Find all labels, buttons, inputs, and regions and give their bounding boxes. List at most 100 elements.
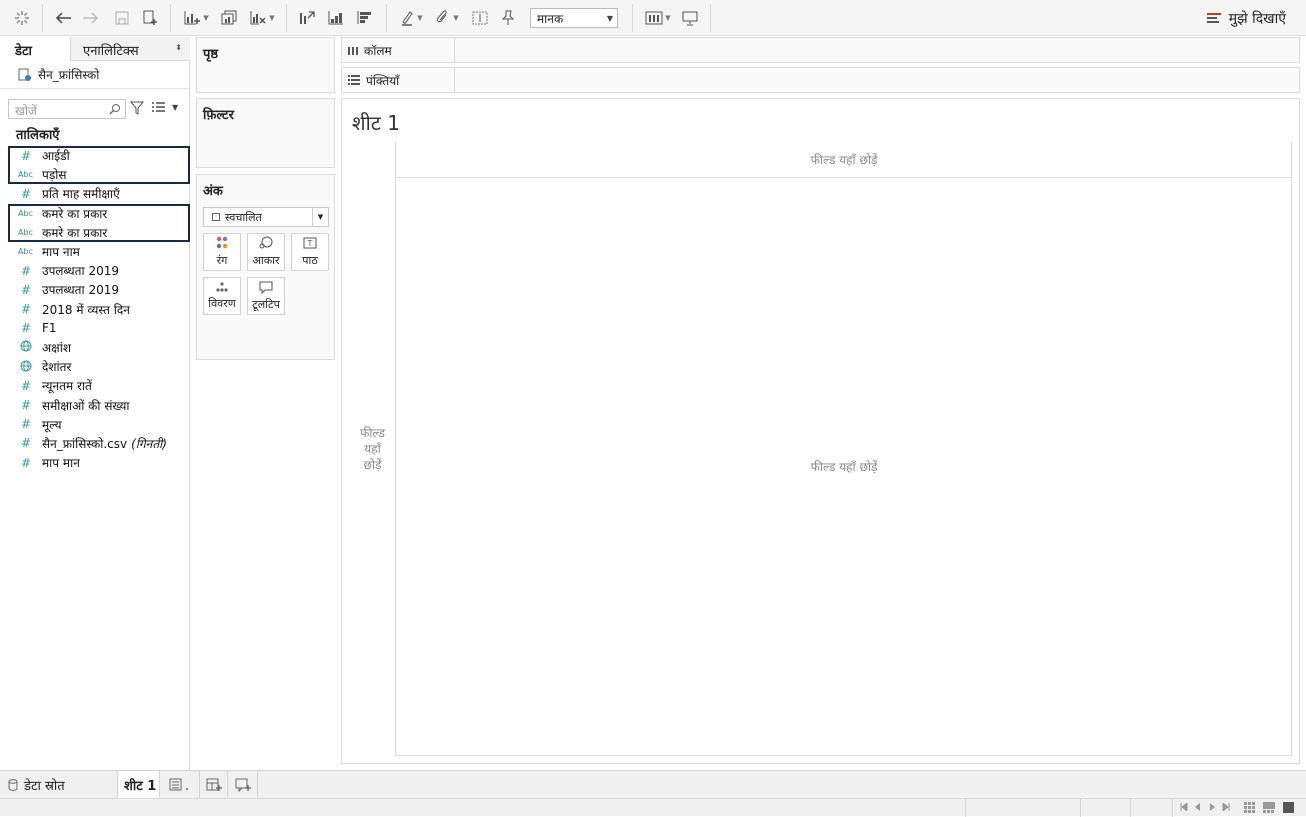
save-icon[interactable]	[112, 6, 132, 30]
clear-sheet-icon[interactable]: ▼	[246, 6, 278, 30]
new-worksheet-button[interactable]	[160, 771, 200, 798]
expand-arrows-icon[interactable]: ⬍	[175, 43, 182, 52]
drop-field-main-zone[interactable]: फील्ड यहाँ छोड़ें	[396, 178, 1292, 756]
pages-shelf[interactable]: पृष्ठ	[196, 37, 335, 93]
view-canvas: शीट 1 फील्ड यहाँ छोड़ें फील्ड यहाँ छोड़े…	[341, 98, 1300, 764]
first-sheet-icon[interactable]	[1180, 803, 1188, 811]
field-item[interactable]: # F1	[8, 319, 190, 338]
show-cards-icon[interactable]: ▼	[642, 6, 674, 30]
tab-analytics-label: एनालिटिक्स	[83, 44, 139, 59]
new-story-button[interactable]	[228, 771, 258, 798]
next-sheet-icon[interactable]	[1208, 803, 1216, 811]
search-input[interactable]: खोजें	[8, 99, 126, 119]
view-size-select[interactable]: मानक ▼	[530, 8, 618, 28]
columns-icon	[348, 47, 358, 55]
new-worksheet-icon	[169, 778, 188, 790]
group-members-icon[interactable]: ▼	[432, 6, 462, 30]
field-item[interactable]: # उपलब्धता 2019	[8, 280, 190, 299]
redo-icon[interactable]	[80, 6, 102, 30]
square-mark-icon	[212, 213, 220, 221]
rows-shelf[interactable]: पंक्तियाँ	[341, 67, 1300, 93]
drop-field-columns-zone[interactable]: फील्ड यहाँ छोड़ें	[396, 142, 1292, 178]
tab-sheet-1[interactable]: शीट 1	[118, 771, 160, 798]
sort-ascending-icon[interactable]	[325, 6, 347, 30]
field-item[interactable]: अक्षांश	[8, 338, 190, 357]
size-button[interactable]: आकार	[247, 233, 285, 271]
datasource-item[interactable]: सैन_फ्रांसिस्को	[0, 61, 190, 89]
new-story-icon	[235, 778, 251, 792]
previous-sheet-icon[interactable]	[1194, 803, 1202, 811]
detail-button[interactable]: विवरण	[203, 277, 241, 315]
tab-data[interactable]: डेटा	[0, 37, 71, 61]
swap-rows-columns-icon[interactable]	[296, 6, 318, 30]
presentation-mode-icon[interactable]	[680, 6, 700, 30]
number-type-icon: #	[21, 455, 32, 470]
text-icon: T	[303, 237, 317, 249]
field-item[interactable]: # समीक्षाओं की संख्या	[8, 395, 190, 414]
sort-descending-icon[interactable]	[354, 6, 376, 30]
rows-icon	[348, 75, 360, 85]
new-worksheet-icon[interactable]: ▼	[180, 6, 212, 30]
toolbar: ▼ ▼ ▼ ▼ मानक ▼ ▼ मुझे दिखाएँ	[0, 0, 1306, 36]
pin-icon[interactable]	[498, 6, 518, 30]
marks-card: अंक स्वचालित ▼ रंग आकार T पाठ विवरण टूलट…	[196, 174, 335, 360]
string-type-icon: Abc	[18, 170, 33, 180]
undo-icon[interactable]	[52, 6, 74, 30]
field-name: पड़ोस	[42, 168, 67, 183]
new-dashboard-button[interactable]	[200, 771, 228, 798]
highlight-icon[interactable]: ▼	[396, 6, 426, 30]
field-item[interactable]: # माप मान	[8, 453, 190, 472]
field-item[interactable]: Abc माप नाम	[8, 242, 190, 261]
new-datasource-icon[interactable]	[140, 6, 160, 30]
color-button[interactable]: रंग	[203, 233, 241, 271]
sheet-sorter-icon[interactable]	[1244, 802, 1255, 813]
database-icon	[8, 778, 18, 791]
field-name: समीक्षाओं की संख्या	[42, 398, 130, 413]
filters-shelf[interactable]: फ़िल्टर	[196, 98, 335, 168]
tab-analytics[interactable]: एनालिटिक्स ⬍	[71, 37, 190, 61]
field-item[interactable]: # आईडी	[8, 146, 190, 165]
field-name: 2018 में व्यस्त दिन	[42, 302, 130, 317]
color-icon	[216, 236, 228, 249]
size-label: आकार	[252, 254, 280, 267]
field-item[interactable]: Abc पड़ोस	[8, 165, 190, 184]
field-item[interactable]: # प्रति माह समीक्षाएँ	[8, 184, 190, 203]
number-type-icon: #	[21, 321, 32, 336]
field-item[interactable]: # सैन_फ्रांसिस्को.csv (गिनती)	[8, 434, 190, 453]
tab-data-source[interactable]: डेटा स्रोत	[0, 771, 118, 798]
duplicate-sheet-icon[interactable]	[218, 6, 240, 30]
number-type-icon: #	[21, 282, 32, 297]
field-item[interactable]: # न्यूनतम रातें	[8, 376, 190, 395]
show-me-icon	[1206, 12, 1221, 23]
last-sheet-icon[interactable]	[1222, 803, 1230, 811]
number-type-icon: #	[21, 378, 32, 393]
text-button[interactable]: T पाठ	[291, 233, 329, 271]
show-me-button[interactable]: मुझे दिखाएँ	[1206, 9, 1286, 28]
drop-field-rows-zone[interactable]: फील्ड यहाँ छोड़ें	[350, 142, 396, 756]
field-aggregation: (गिनती)	[131, 436, 167, 451]
field-item[interactable]: Abc कमरे का प्रकार	[8, 223, 190, 242]
show-labels-icon[interactable]	[470, 6, 490, 30]
columns-shelf[interactable]: कॉलम	[341, 37, 1300, 63]
view-size-value: मानक	[537, 11, 564, 26]
mark-type-select[interactable]: स्वचालित ▼	[203, 207, 329, 227]
svg-text:T: T	[307, 239, 313, 248]
tooltip-button[interactable]: टूलटिप	[247, 277, 285, 315]
filter-icon[interactable]	[130, 101, 144, 115]
field-item[interactable]: # उपलब्धता 2019	[8, 261, 190, 280]
filmstrip-icon[interactable]	[1263, 802, 1275, 813]
view-mode-buttons	[1244, 802, 1294, 813]
tabs-view-icon[interactable]	[1283, 802, 1294, 813]
string-type-icon: Abc	[18, 247, 33, 257]
field-item[interactable]: #2018 में व्यस्त दिन	[8, 300, 190, 319]
field-item[interactable]: देशांतर	[8, 357, 190, 376]
sheet-title[interactable]: शीट 1	[352, 109, 400, 136]
data-pane: डेटा एनालिटिक्स ⬍ सैन_फ्रांसिस्को खोजें …	[0, 37, 190, 770]
number-type-icon: #	[21, 148, 32, 163]
field-name: कमरे का प्रकार	[42, 206, 108, 221]
tableau-logo-icon[interactable]	[12, 6, 32, 30]
field-item[interactable]: # मूल्य	[8, 415, 190, 434]
text-label: पाठ	[302, 254, 318, 267]
field-item[interactable]: Abc कमरे का प्रकार	[8, 204, 190, 223]
view-options-button[interactable]: ▼	[152, 101, 178, 113]
